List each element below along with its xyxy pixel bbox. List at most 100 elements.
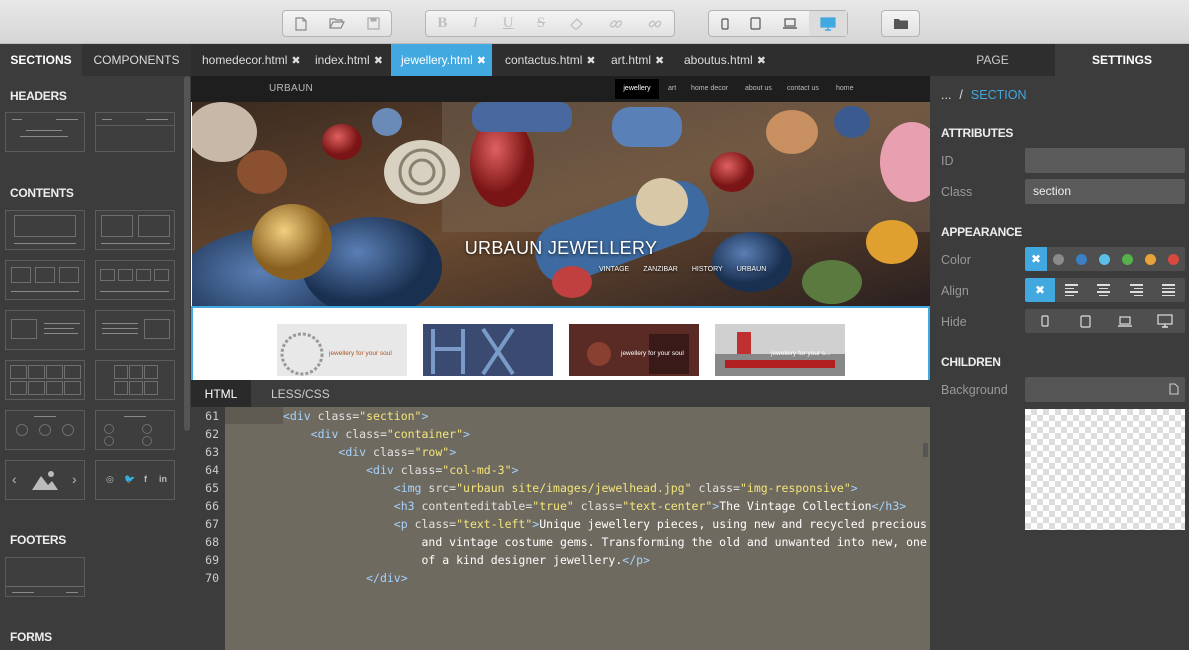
footer-thumb-1[interactable] [5, 557, 85, 597]
content-thumb-10[interactable] [95, 410, 175, 450]
content-thumb-social[interactable]: ◎ 🐦 f in [95, 460, 175, 500]
file-tab-contactus[interactable]: contactus.html ✖ [505, 44, 596, 75]
close-icon[interactable]: ✖ [655, 55, 664, 67]
header-thumb-1[interactable] [5, 112, 85, 152]
new-file-icon[interactable] [283, 11, 319, 36]
content-thumb-slider[interactable]: ‹ › [5, 460, 85, 500]
align-left-icon[interactable] [1055, 278, 1088, 302]
file-tab-label: aboutus.html [684, 53, 753, 67]
align-center-icon[interactable] [1088, 278, 1121, 302]
eraser-icon[interactable] [558, 11, 597, 36]
hide-tablet-icon[interactable] [1065, 309, 1105, 333]
close-icon[interactable]: ✖ [374, 55, 383, 67]
open-folder-icon[interactable] [319, 11, 355, 36]
tab-less-css[interactable]: LESS/CSS [271, 380, 330, 407]
tab-settings[interactable]: SETTINGS [1055, 44, 1189, 76]
site-navbar: URBAUN jewellery art home decor about us… [191, 76, 930, 102]
file-tab-jewellery[interactable]: jewellery.html ✖ [391, 44, 492, 76]
link-icon[interactable] [596, 11, 635, 36]
content-thumb-2[interactable] [95, 210, 175, 250]
code-line: <div class="row"> [338, 445, 457, 459]
line-number: 67 [205, 517, 219, 531]
folder-icon[interactable] [882, 11, 919, 36]
bold-button[interactable]: B [426, 11, 459, 36]
site-nav-contactus[interactable]: contact us [787, 85, 819, 92]
code-line: <img src="urbaun site/images/jewelhead.j… [393, 481, 858, 495]
class-field[interactable]: section [1025, 179, 1185, 204]
underline-button[interactable]: U [492, 11, 525, 36]
close-icon[interactable]: ✖ [477, 55, 486, 67]
content-thumb-4[interactable] [95, 260, 175, 300]
tab-components[interactable]: COMPONENTS [82, 44, 191, 76]
align-justify-icon[interactable] [1153, 278, 1186, 302]
site-nav-jewellery[interactable]: jewellery [615, 79, 659, 99]
file-tab-homedecor[interactable]: homedecor.html ✖ [202, 44, 301, 75]
background-preview[interactable] [1025, 409, 1185, 530]
product-image-3[interactable]: jewellery for your soul [569, 324, 699, 376]
align-none-button[interactable]: ✖ [1025, 278, 1055, 302]
hero-link-vintage[interactable]: VINTAGE [599, 266, 629, 273]
content-thumb-7[interactable] [5, 360, 85, 400]
chevron-right-icon: › [72, 471, 77, 487]
site-nav-art[interactable]: art [668, 85, 676, 92]
desktop-icon[interactable] [809, 11, 847, 36]
strikethrough-button[interactable]: S [525, 11, 558, 36]
file-tab-index[interactable]: index.html ✖ [315, 44, 383, 75]
code-editor[interactable]: <div class="section"> <div class="contai… [225, 407, 930, 650]
close-icon[interactable]: ✖ [586, 55, 595, 67]
phone-icon[interactable] [709, 11, 740, 36]
hero-link-zanzibar[interactable]: ZANZIBAR [643, 266, 678, 273]
align-right-icon[interactable] [1120, 278, 1153, 302]
breadcrumb-root[interactable]: ... [941, 88, 951, 102]
close-icon[interactable]: ✖ [757, 55, 766, 67]
file-icon[interactable] [1169, 383, 1179, 395]
header-thumb-2[interactable] [95, 112, 175, 152]
hide-desktop-icon[interactable] [1145, 309, 1185, 333]
content-thumb-1[interactable] [5, 210, 85, 250]
color-swatch-orange[interactable] [1139, 247, 1162, 271]
code-scrollbar[interactable] [923, 443, 928, 457]
tab-bar: SECTIONS COMPONENTS homedecor.html ✖ inde… [0, 44, 1189, 76]
save-icon[interactable] [355, 11, 391, 36]
appearance-heading: APPEARANCE [941, 225, 1023, 239]
tab-sections[interactable]: SECTIONS [0, 44, 82, 76]
site-nav-aboutus[interactable]: about us [745, 85, 772, 92]
line-number: 68 [205, 535, 219, 549]
product-image-1[interactable]: jewellery for your soul [277, 324, 407, 376]
hero-link-history[interactable]: HISTORY [692, 266, 723, 273]
color-swatch-gray[interactable] [1047, 247, 1070, 271]
color-swatch-lightblue[interactable] [1093, 247, 1116, 271]
color-none-button[interactable]: ✖ [1025, 247, 1047, 271]
hide-laptop-icon[interactable] [1105, 309, 1145, 333]
content-thumb-3[interactable] [5, 260, 85, 300]
content-thumb-5[interactable] [5, 310, 85, 350]
unlink-icon[interactable] [635, 11, 674, 36]
tab-html[interactable]: HTML [191, 380, 251, 407]
color-swatch-green[interactable] [1116, 247, 1139, 271]
id-field[interactable] [1025, 148, 1185, 173]
tablet-icon[interactable] [740, 11, 771, 36]
color-picker: ✖ [1025, 247, 1185, 271]
file-tab-art[interactable]: art.html ✖ [611, 44, 664, 75]
laptop-icon[interactable] [771, 11, 809, 36]
italic-button[interactable]: I [459, 11, 492, 36]
site-nav-home[interactable]: home [836, 85, 854, 92]
content-thumb-6[interactable] [95, 310, 175, 350]
sidebar-scrollbar[interactable] [184, 76, 190, 431]
content-thumb-9[interactable] [5, 410, 85, 450]
hide-phone-icon[interactable] [1025, 309, 1065, 333]
product-image-2[interactable] [423, 324, 553, 376]
file-tab-aboutus[interactable]: aboutus.html ✖ [684, 44, 766, 75]
breadcrumb: ... / SECTION [941, 88, 1026, 102]
close-icon[interactable]: ✖ [291, 55, 300, 67]
image-icon [32, 471, 58, 490]
site-nav-homedecor[interactable]: home decor [691, 85, 728, 92]
background-field[interactable] [1025, 377, 1185, 402]
site-brand[interactable]: URBAUN [269, 83, 313, 94]
color-swatch-red[interactable] [1162, 247, 1185, 271]
color-swatch-blue[interactable] [1070, 247, 1093, 271]
tab-page[interactable]: PAGE [930, 44, 1055, 76]
product-image-4[interactable]: jewellery for your s... [715, 324, 845, 376]
content-thumb-8[interactable] [95, 360, 175, 400]
hero-link-urbaun[interactable]: URBAUN [737, 266, 767, 273]
